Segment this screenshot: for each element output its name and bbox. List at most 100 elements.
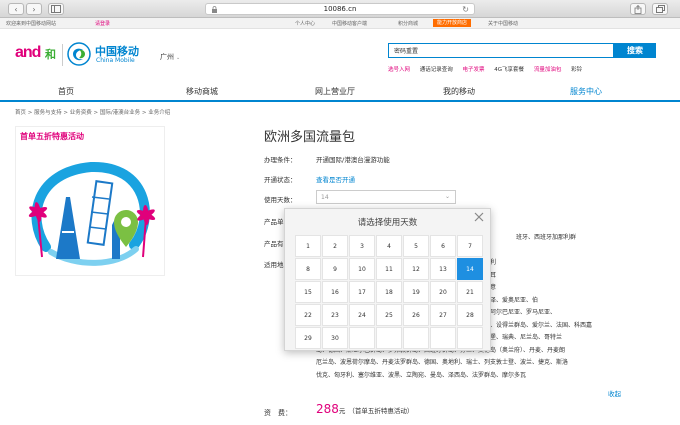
day-option[interactable]: 11 [376, 258, 402, 280]
day-option[interactable]: 18 [376, 281, 402, 303]
city-selector[interactable]: 广州 ⌄ [160, 52, 180, 62]
product-row-label: 产品单 [264, 218, 284, 226]
topbar-link-points[interactable]: 积分商城 [398, 20, 418, 27]
day-option[interactable]: 1 [295, 235, 321, 257]
day-option[interactable]: 21 [457, 281, 483, 303]
china-mobile-logo-icon[interactable] [67, 42, 91, 66]
promo-banner[interactable]: 首单五折特惠活动 [15, 126, 165, 276]
day-option[interactable]: 13 [430, 258, 456, 280]
url-text: 10086.cn [323, 5, 357, 13]
days-select-value: 14 [321, 194, 329, 201]
login-link[interactable]: 请登录 [95, 20, 110, 27]
day-option[interactable]: 6 [430, 235, 456, 257]
close-icon[interactable] [473, 211, 485, 223]
europe-landmarks-illustration [28, 161, 156, 266]
day-option[interactable]: 16 [322, 281, 348, 303]
brand-name-en: China Mobile [96, 57, 135, 64]
search-input[interactable] [388, 43, 614, 58]
day-option[interactable]: 12 [403, 258, 429, 280]
topbar-link-personal[interactable]: 个人中心 [295, 20, 315, 27]
price-value: 288 [316, 402, 339, 416]
top-strip: 欢迎来到中国移动网站 请登录 个人中心 中国移动客户端 积分商城 能力开放商店 … [0, 18, 680, 29]
address-bar[interactable]: 10086.cn ↻ [205, 3, 475, 15]
day-option[interactable]: 27 [430, 304, 456, 326]
price-unit: 元 [338, 407, 346, 415]
breadcrumb[interactable]: 首页 > 服务与支持 > 业务资费 > 国际/港澳台业务 > 业务介绍 [15, 108, 170, 116]
day-option[interactable]: 8 [295, 258, 321, 280]
browser-toolbar: ‹ › 10086.cn ↻ [0, 0, 680, 18]
collapse-link[interactable]: 收起 [608, 388, 621, 398]
logo-divider [62, 44, 63, 66]
welcome-text: 欢迎来到中国移动网站 [6, 21, 57, 27]
sidebar-icon[interactable] [48, 3, 64, 15]
empty-cell [376, 327, 402, 349]
empty-cell [457, 327, 483, 349]
coverage-line: 伐克、匈牙利、塞尔维亚、波黑、立陶宛、曼岛、泽西岛、法罗群岛、摩尔多瓦 [316, 371, 527, 379]
topbar-link-app[interactable]: 中国移动客户端 [332, 20, 367, 27]
nav-item-my-mobile[interactable]: 我的移动 [443, 86, 475, 97]
day-option[interactable]: 14 [457, 258, 483, 280]
day-option[interactable]: 4 [376, 235, 402, 257]
days-label: 使用天数： [264, 196, 297, 204]
day-option[interactable]: 2 [322, 235, 348, 257]
hot-link[interactable]: 选号入网 [388, 67, 410, 73]
day-option[interactable]: 24 [349, 304, 375, 326]
topbar-link-store[interactable]: 能力开放商店 [433, 19, 472, 27]
day-option[interactable]: 17 [349, 281, 375, 303]
check-status-link[interactable]: 查看是否开通 [316, 174, 355, 184]
day-option[interactable]: 3 [349, 235, 375, 257]
empty-cell [403, 327, 429, 349]
reload-icon[interactable]: ↻ [462, 5, 469, 14]
nav-item-online-hall[interactable]: 网上营业厅 [315, 86, 355, 97]
chevron-down-icon: ⌄ [176, 55, 181, 61]
scope-label: 适用地 [264, 261, 284, 269]
coverage-line: 厄兰岛、波恩荷尔摩岛、丹麦法罗群岛、德国、奥地利、瑞士、列支敦士登、波兰、捷克、… [316, 359, 569, 366]
he-logo: 和 [45, 48, 56, 61]
day-option[interactable]: 28 [457, 304, 483, 326]
hot-link[interactable]: 4G飞享套餐 [494, 67, 524, 73]
nav-item-mall[interactable]: 移动商城 [186, 86, 218, 97]
product-row-label: 产品有 [264, 240, 284, 248]
day-option[interactable]: 7 [457, 235, 483, 257]
and-logo[interactable]: and [15, 44, 41, 62]
lock-icon [212, 6, 217, 13]
hot-links: 选号入网 通话记录查询 电子发票 4G飞享套餐 流量加油包 彩铃 [388, 65, 590, 73]
hot-link[interactable]: 流量加油包 [534, 67, 562, 73]
main-nav: 首页 移动商城 网上营业厅 我的移动 服务中心 [0, 80, 680, 102]
day-option[interactable]: 22 [295, 304, 321, 326]
day-option[interactable]: 30 [322, 327, 348, 349]
day-option[interactable]: 9 [322, 258, 348, 280]
share-icon[interactable] [630, 3, 646, 15]
day-grid: 1 2 3 4 5 6 7 8 9 10 11 12 13 14 15 16 17 18 19 20 21 22 23 24 2… [295, 235, 483, 349]
days-select[interactable]: 14 ⌄ [316, 190, 456, 204]
day-option[interactable]: 20 [430, 281, 456, 303]
chevron-down-icon: ⌄ [444, 193, 450, 200]
empty-cell [430, 327, 456, 349]
price-note: （首单五折特惠活动） [348, 407, 414, 415]
day-option[interactable]: 29 [295, 327, 321, 349]
nav-item-home[interactable]: 首页 [58, 86, 74, 97]
price-label: 资 费： [264, 409, 292, 417]
city-label: 广州 [160, 53, 174, 61]
tabs-icon[interactable] [652, 3, 668, 15]
day-option[interactable]: 10 [349, 258, 375, 280]
forward-button[interactable]: › [26, 3, 42, 15]
days-picker-dialog: 请选择使用天数 1 2 3 4 5 6 7 8 9 10 11 12 13 14 15 16 17 18 19 20 2… [284, 208, 491, 351]
empty-cell [349, 327, 375, 349]
day-option[interactable]: 15 [295, 281, 321, 303]
topbar-link-about[interactable]: 关于中国移动 [488, 20, 518, 27]
hot-link[interactable]: 通话记录查询 [420, 67, 453, 73]
back-button[interactable]: ‹ [8, 3, 24, 15]
day-option[interactable]: 19 [403, 281, 429, 303]
day-option[interactable]: 23 [322, 304, 348, 326]
day-option[interactable]: 5 [403, 235, 429, 257]
hot-link[interactable]: 彩铃 [571, 67, 582, 73]
product-title: 欧洲多国流量包 [264, 130, 356, 145]
day-option[interactable]: 26 [403, 304, 429, 326]
condition-label: 办理条件： [264, 156, 297, 164]
search-button[interactable]: 搜索 [614, 43, 656, 58]
price: 288元 （首单五折特惠活动） [316, 402, 413, 416]
hot-link[interactable]: 电子发票 [463, 67, 485, 73]
day-option[interactable]: 25 [376, 304, 402, 326]
nav-item-service-center[interactable]: 服务中心 [570, 86, 602, 97]
